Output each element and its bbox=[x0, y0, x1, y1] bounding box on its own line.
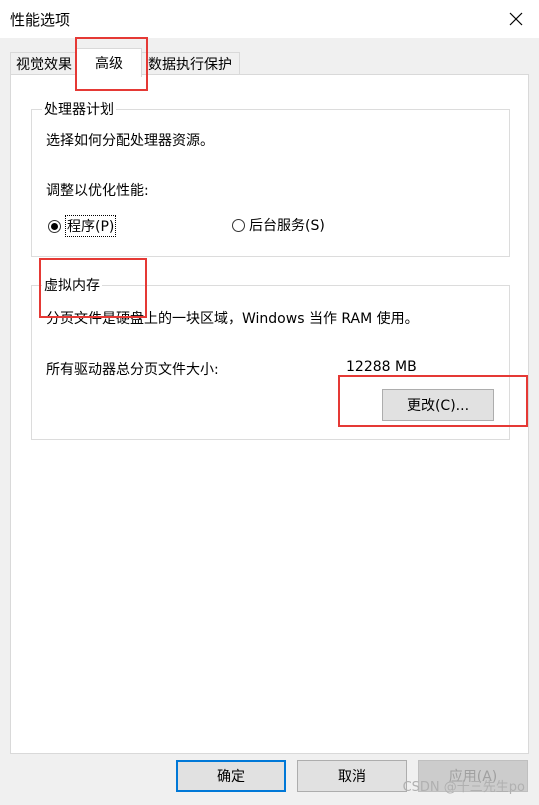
total-paging-label: 所有驱动器总分页文件大小: bbox=[46, 362, 219, 378]
ok-button[interactable]: 确定 bbox=[176, 760, 286, 792]
close-button[interactable] bbox=[493, 0, 539, 38]
adjust-label: 调整以优化性能: bbox=[46, 183, 149, 199]
tab-data-execution-prevention[interactable]: 数据执行保护 bbox=[140, 52, 240, 75]
processor-description: 选择如何分配处理器资源。 bbox=[46, 133, 214, 149]
radio-label: 后台服务(S) bbox=[249, 218, 325, 234]
close-icon bbox=[509, 12, 523, 26]
virtual-memory-description: 分页文件是硬盘上的一块区域，Windows 当作 RAM 使用。 bbox=[46, 311, 419, 327]
group-title: 处理器计划 bbox=[42, 99, 116, 119]
tab-label: 视觉效果 bbox=[16, 57, 72, 73]
watermark: CSDN @十三先生po bbox=[402, 780, 525, 795]
button-label: 取消 bbox=[338, 769, 366, 785]
processor-scheduling-group: 处理器计划 选择如何分配处理器资源。 调整以优化性能: 程序(P) 后台服务(S… bbox=[31, 99, 510, 257]
radio-label: 程序(P) bbox=[65, 215, 117, 237]
radio-selected-icon bbox=[48, 219, 61, 233]
cancel-button[interactable]: 取消 bbox=[297, 760, 407, 792]
group-title: 虚拟内存 bbox=[42, 275, 102, 295]
button-label: 确定 bbox=[217, 769, 245, 785]
radio-background-services[interactable]: 后台服务(S) bbox=[232, 215, 325, 235]
button-label: 更改(C)... bbox=[406, 398, 470, 414]
tab-label: 高级 bbox=[95, 56, 123, 72]
window-title: 性能选项 bbox=[10, 11, 71, 29]
radio-programs[interactable]: 程序(P) bbox=[48, 215, 117, 237]
tab-label: 数据执行保护 bbox=[148, 57, 232, 73]
virtual-memory-group: 虚拟内存 分页文件是硬盘上的一块区域，Windows 当作 RAM 使用。 所有… bbox=[31, 275, 510, 440]
change-button[interactable]: 更改(C)... bbox=[382, 389, 494, 421]
advanced-panel: 处理器计划 选择如何分配处理器资源。 调整以优化性能: 程序(P) 后台服务(S… bbox=[10, 74, 529, 754]
title-bar: 性能选项 bbox=[0, 0, 539, 38]
tab-visual-effects[interactable]: 视觉效果 bbox=[10, 52, 78, 75]
radio-unselected-icon bbox=[232, 218, 245, 232]
total-paging-value: 12288 MB bbox=[346, 359, 417, 375]
tab-advanced[interactable]: 高级 bbox=[76, 48, 142, 77]
